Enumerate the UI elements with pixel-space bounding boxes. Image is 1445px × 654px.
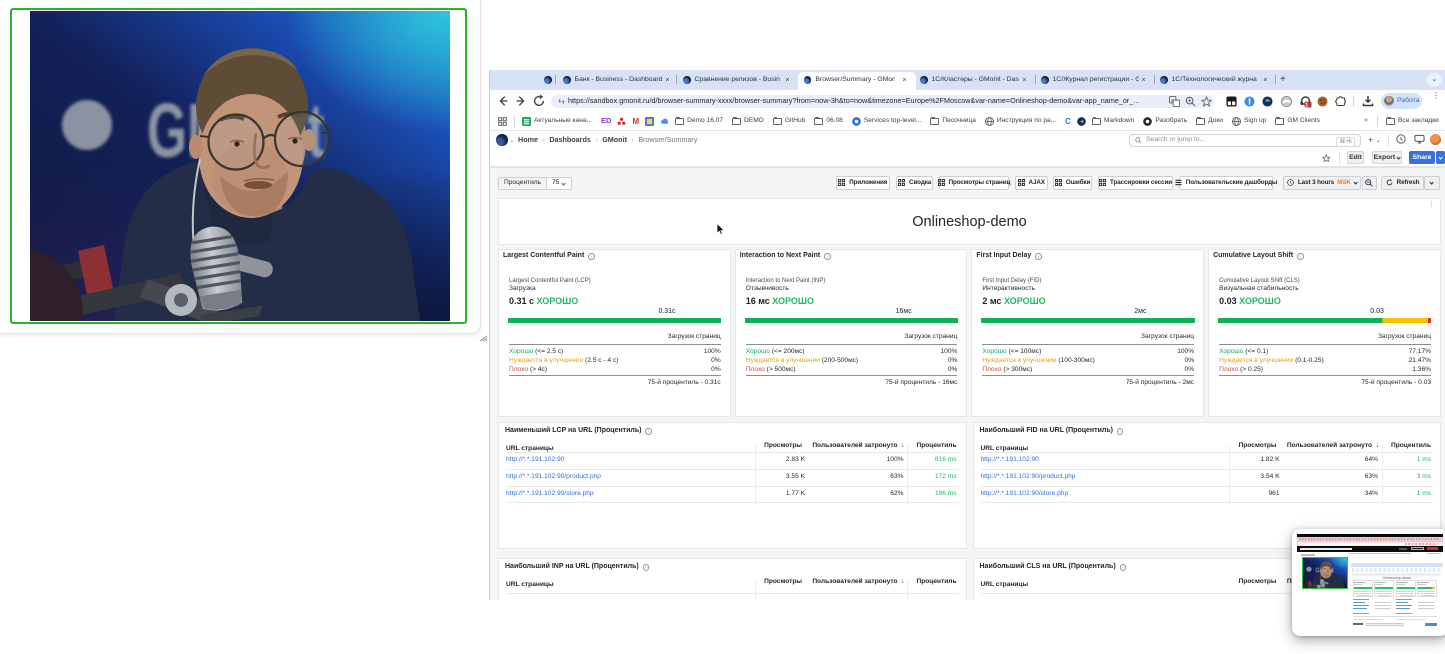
svg-text:1: 1 xyxy=(1305,102,1308,108)
